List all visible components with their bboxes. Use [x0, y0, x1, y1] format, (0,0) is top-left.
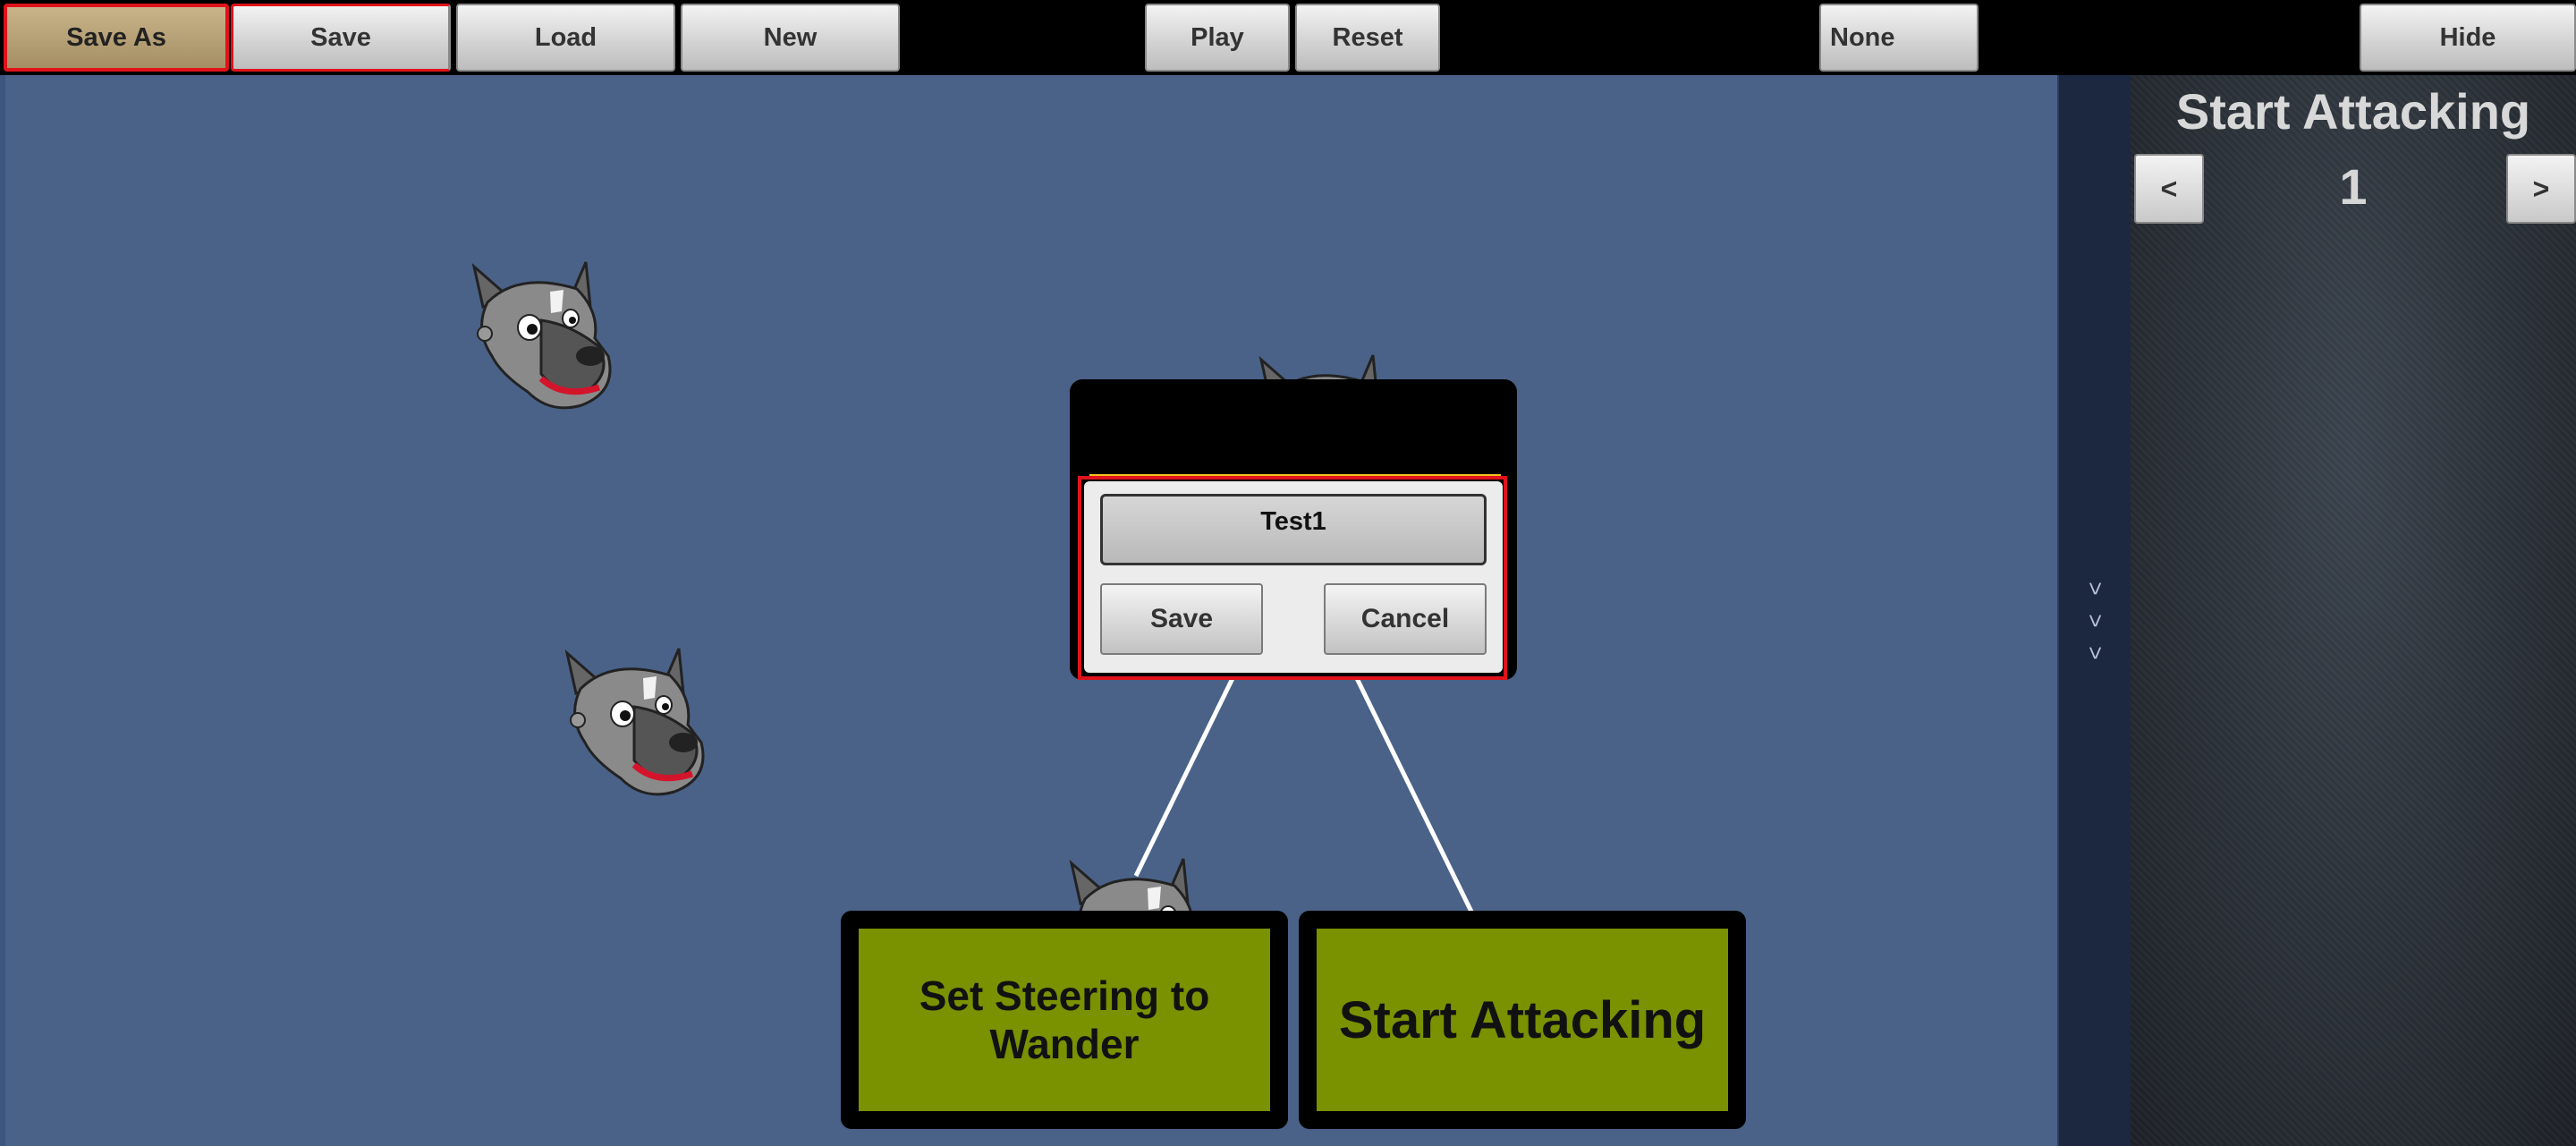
none-dropdown[interactable]: None — [1819, 4, 1979, 72]
collapse-arrows-icon: > > > — [2082, 581, 2109, 660]
load-button[interactable]: Load — [456, 4, 675, 72]
panel-title: Start Attacking — [2175, 83, 2531, 140]
node-label: Start Attacking — [1338, 990, 1707, 1049]
hide-button[interactable]: Hide — [2360, 4, 2576, 72]
connection-line-left — [1133, 664, 1241, 878]
save-as-button[interactable]: Save As — [4, 4, 229, 72]
canvas-left-edge — [0, 75, 5, 1146]
node-label: Set Steering to Wander — [919, 972, 1210, 1067]
new-button[interactable]: New — [681, 4, 900, 72]
inspector-panel: Start Attacking < 1 > — [2131, 75, 2576, 1146]
node-start-attacking[interactable]: Start Attacking — [1299, 911, 1746, 1129]
save-button[interactable]: Save — [231, 4, 451, 72]
dialog-selection-outline — [1078, 476, 1507, 680]
top-toolbar: Save As Save Load New Play Reset None Hi… — [0, 0, 2576, 75]
reset-button[interactable]: Reset — [1295, 4, 1440, 72]
panel-collapse-handle[interactable]: > > > — [2057, 75, 2131, 1146]
next-step-button[interactable]: > — [2506, 154, 2576, 224]
play-button[interactable]: Play — [1145, 4, 1290, 72]
wolf-head-icon — [558, 644, 719, 805]
connection-line-right — [1348, 664, 1474, 913]
wolf-head-icon — [465, 258, 626, 419]
node-set-steering-wander[interactable]: Set Steering to Wander — [841, 911, 1288, 1129]
